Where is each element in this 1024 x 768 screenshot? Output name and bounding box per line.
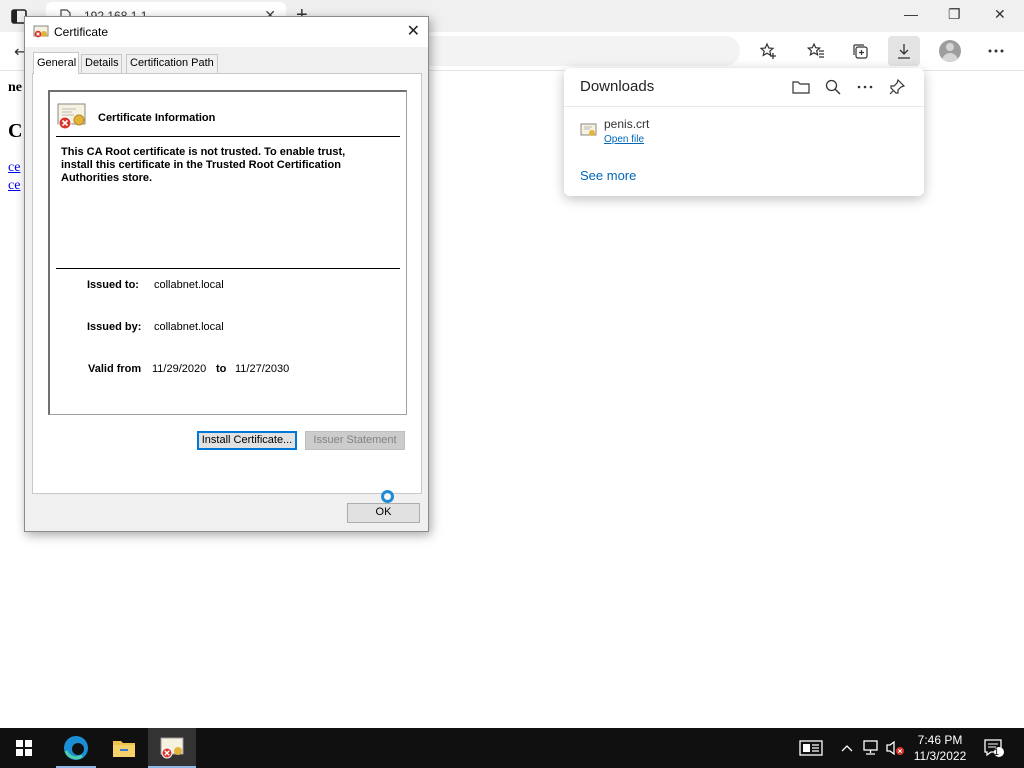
- more-icon[interactable]: [854, 76, 876, 98]
- news-icon[interactable]: [796, 728, 826, 768]
- page-heading: C: [8, 120, 23, 142]
- certificate-information-box: Certificate Information This CA Root cer…: [48, 90, 407, 415]
- divider: [564, 106, 924, 107]
- favorites-icon[interactable]: [800, 36, 832, 66]
- busy-cursor-icon: [381, 490, 394, 503]
- page-link[interactable]: ce: [8, 160, 20, 176]
- restore-button[interactable]: ❐: [948, 6, 961, 23]
- issued-to-value: collabnet.local: [154, 279, 224, 291]
- clock-date: 11/3/2022: [913, 749, 967, 763]
- volume-muted-icon[interactable]: [884, 728, 906, 768]
- collections-icon[interactable]: [844, 36, 876, 66]
- clock-time: 7:46 PM: [917, 733, 963, 747]
- issuer-statement-button[interactable]: Issuer Statement: [305, 431, 405, 450]
- notification-count: 1: [994, 747, 1000, 757]
- tab-details[interactable]: Details: [81, 54, 122, 73]
- valid-to-value: 11/27/2030: [235, 363, 290, 375]
- open-file-link[interactable]: Open file: [604, 134, 644, 145]
- untrusted-certificate-icon: [56, 102, 88, 132]
- folder-icon[interactable]: [790, 76, 812, 98]
- certificate-file-icon: [580, 123, 598, 139]
- valid-from-label: Valid from: [88, 363, 142, 375]
- page-link[interactable]: ce: [8, 178, 20, 194]
- divider: [56, 268, 400, 269]
- notification-icon[interactable]: 1: [980, 728, 1008, 768]
- certificate-dialog: Certificate ✕ General Details Certificat…: [24, 16, 429, 532]
- certificate-icon: [33, 25, 49, 39]
- see-more-link[interactable]: See more: [580, 168, 636, 183]
- ok-button[interactable]: OK: [347, 503, 420, 523]
- network-icon[interactable]: [860, 728, 882, 768]
- close-window-button[interactable]: ✕: [994, 6, 1006, 23]
- address-bar[interactable]: [410, 36, 740, 66]
- valid-from-value: 11/29/2020: [152, 363, 207, 375]
- chevron-up-icon[interactable]: [838, 728, 856, 768]
- pin-icon[interactable]: [886, 76, 908, 98]
- certificate-information-heading: Certificate Information: [98, 112, 216, 124]
- more-icon[interactable]: [980, 36, 1012, 66]
- search-icon[interactable]: [822, 76, 844, 98]
- download-file-name: penis.crt: [604, 117, 650, 131]
- general-tab-panel: Certificate Information This CA Root cer…: [32, 73, 422, 494]
- issued-by-label: Issued by:: [87, 321, 142, 333]
- divider: [56, 136, 400, 137]
- edge-icon[interactable]: [52, 728, 100, 768]
- valid-to-label: to: [216, 363, 227, 375]
- certificate-app-icon[interactable]: [148, 728, 196, 768]
- downloads-icon[interactable]: [888, 36, 920, 66]
- tab-general[interactable]: General: [33, 52, 79, 74]
- page-bold-text: ne: [8, 80, 22, 95]
- downloads-title: Downloads: [580, 78, 655, 95]
- trust-warning: This CA Root certificate is not trusted.…: [61, 146, 346, 184]
- minimize-button[interactable]: —: [904, 6, 918, 22]
- file-explorer-icon[interactable]: [100, 728, 148, 768]
- start-icon[interactable]: [0, 728, 48, 768]
- tab-certification-path[interactable]: Certification Path: [126, 54, 218, 73]
- taskbar: 7:46 PM 11/3/2022 1: [0, 728, 1024, 768]
- issued-to-label: Issued to:: [87, 279, 139, 291]
- profile-icon[interactable]: [934, 36, 966, 66]
- downloads-flyout: Downloads penis.crt Open file See more: [564, 68, 924, 196]
- favorites-add-icon[interactable]: [752, 36, 784, 66]
- close-icon[interactable]: ✕: [407, 21, 420, 41]
- dialog-title-bar: Certificate ✕: [25, 17, 428, 47]
- dialog-title: Certificate: [54, 25, 109, 39]
- system-clock[interactable]: 7:46 PM 11/3/2022: [904, 732, 976, 764]
- issued-by-value: collabnet.local: [154, 321, 224, 333]
- install-certificate-button[interactable]: Install Certificate...: [197, 431, 297, 450]
